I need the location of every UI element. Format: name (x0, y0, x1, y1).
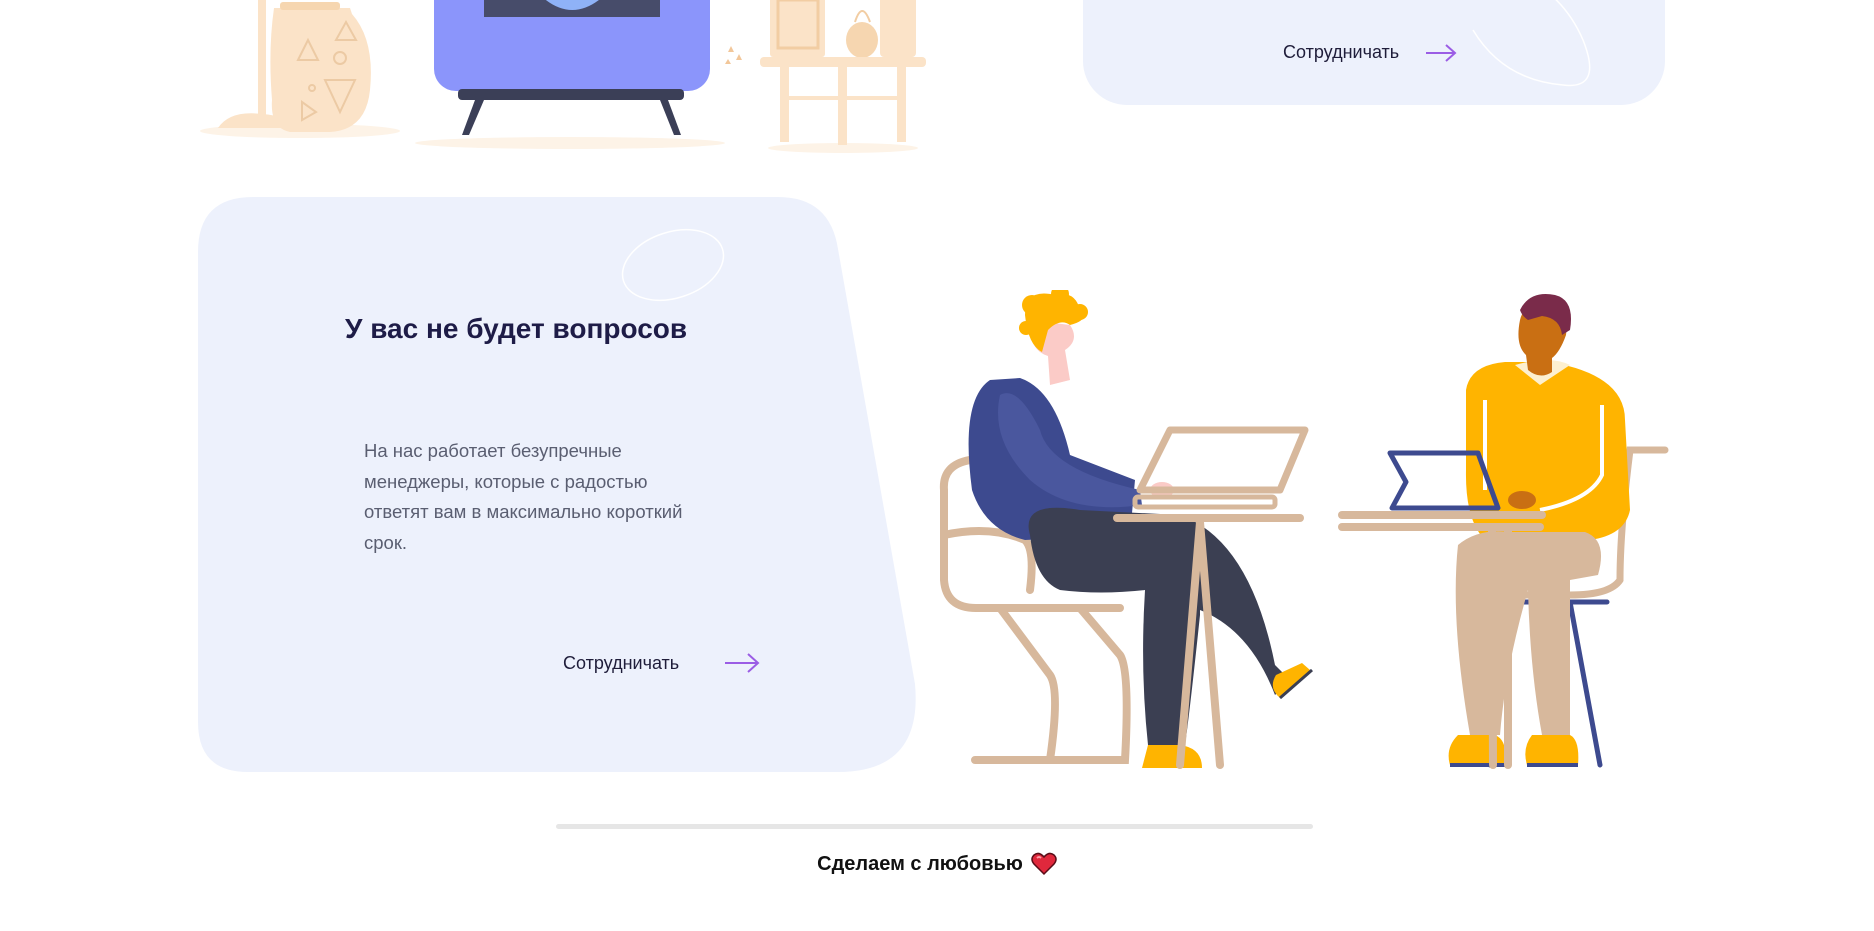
card-description: На нас работает безупречные менеджеры, к… (364, 440, 683, 553)
people-working-illustration (939, 290, 1669, 769)
living-room-illustration (200, 0, 926, 153)
arrow-right-icon (1426, 43, 1457, 62)
arrow-right-icon (725, 653, 760, 673)
cooperate-link[interactable]: Сотрудничать (563, 652, 760, 674)
card-title: У вас не будет вопросов (345, 313, 688, 344)
cooperate-link-top[interactable]: Сотрудничать (1283, 42, 1457, 63)
cooperate-label: Сотрудничать (563, 652, 680, 673)
heart-icon (1031, 852, 1057, 876)
footer-divider (556, 824, 1313, 829)
footer-text: Сделаем с любовью (817, 852, 1023, 875)
cooperate-label: Сотрудничать (1283, 42, 1400, 62)
footer: Сделаем с любовью (0, 852, 1874, 876)
